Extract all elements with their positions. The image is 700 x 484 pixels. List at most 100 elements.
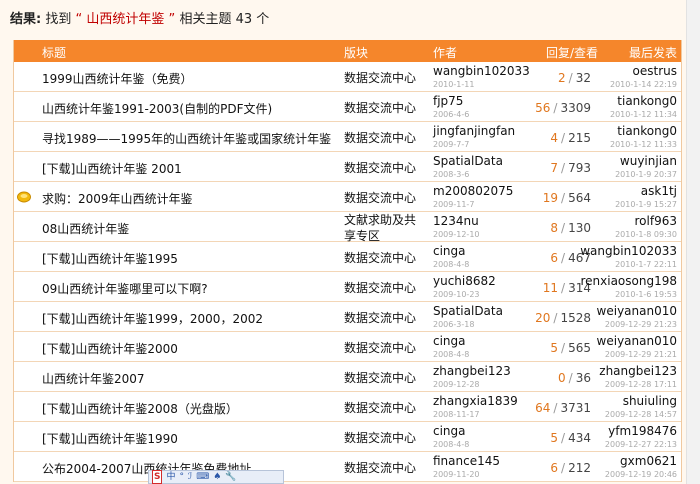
- author-link[interactable]: zhangbei123: [433, 364, 511, 378]
- scrollbar[interactable]: [686, 0, 700, 484]
- last-poster-link[interactable]: ask1tj: [641, 184, 677, 198]
- view-count: 212: [568, 461, 591, 475]
- ime-chinese-mode[interactable]: 中: [166, 471, 175, 483]
- topic-title-link[interactable]: 09山西统计年鉴哪里可以下啊?: [42, 280, 208, 297]
- post-date: 2008-3-6: [433, 170, 470, 179]
- last-post-date[interactable]: 2010-1-12 11:34: [610, 110, 677, 119]
- ime-skin-icon[interactable]: ♠: [213, 471, 221, 483]
- stats-separator: /: [561, 461, 566, 475]
- author-link[interactable]: 1234nu: [433, 214, 479, 228]
- forum-link[interactable]: 数据交流中心: [344, 310, 426, 326]
- stats-separator: /: [553, 401, 558, 415]
- last-poster-link[interactable]: weiyanan010: [597, 334, 677, 348]
- author-link[interactable]: cinga: [433, 424, 466, 438]
- forum-link[interactable]: 数据交流中心: [344, 100, 426, 116]
- view-count: 130: [568, 221, 591, 235]
- post-date: 2010-1-11: [433, 80, 475, 89]
- forum-link[interactable]: 数据交流中心: [344, 190, 426, 206]
- last-post-date[interactable]: 2010-1-12 11:33: [610, 140, 677, 149]
- header-forum[interactable]: 版块: [344, 44, 368, 61]
- post-date: 2008-4-8: [433, 440, 470, 449]
- topic-title-link[interactable]: 08山西统计年鉴: [42, 220, 129, 237]
- last-poster-link[interactable]: rolf963: [635, 214, 677, 228]
- reply-count: 4: [550, 131, 559, 145]
- last-poster-link[interactable]: wangbin102033: [580, 244, 677, 258]
- author-link[interactable]: yuchi8682: [433, 274, 496, 288]
- last-poster-link[interactable]: shuiuling: [623, 394, 677, 408]
- forum-link[interactable]: 数据交流中心: [344, 250, 426, 266]
- view-count: 3731: [560, 401, 591, 415]
- header-author[interactable]: 作者: [433, 44, 457, 61]
- last-post-date[interactable]: 2009-12-29 21:23: [605, 320, 677, 329]
- forum-link[interactable]: 数据交流中心: [344, 130, 426, 146]
- last-post-date[interactable]: 2010-1-9 15:27: [615, 200, 677, 209]
- topic-title-link[interactable]: [下载]山西统计年鉴1995: [42, 250, 178, 267]
- author-link[interactable]: cinga: [433, 334, 466, 348]
- topic-title-link[interactable]: [下载]山西统计年鉴1990: [42, 430, 178, 447]
- last-poster-link[interactable]: weiyanan010: [597, 304, 677, 318]
- forum-link[interactable]: 数据交流中心: [344, 280, 426, 296]
- topic-title-link[interactable]: 1999山西统计年鉴（免费）: [42, 70, 193, 87]
- ime-punctuation-icon[interactable]: °: [180, 471, 185, 483]
- topic-title-link[interactable]: [下载]山西统计年鉴1999，2000，2002: [42, 310, 263, 327]
- last-post-date[interactable]: 2009-12-28 17:11: [605, 380, 677, 389]
- topic-title-link[interactable]: 山西统计年鉴1991-2003(自制的PDF文件): [42, 100, 272, 117]
- post-date: 2009-11-7: [433, 200, 475, 209]
- last-post-date[interactable]: 2010-1-14 22:19: [610, 80, 677, 89]
- last-poster-link[interactable]: gxm0621: [620, 454, 677, 468]
- ime-logo-icon[interactable]: S: [152, 470, 163, 484]
- post-date: 2008-11-17: [433, 410, 480, 419]
- topic-title-link[interactable]: 山西统计年鉴2007: [42, 370, 145, 387]
- forum-link[interactable]: 数据交流中心: [344, 400, 426, 416]
- ime-toolbar[interactable]: S 中 ° ℐ ⌨ ♠ 🔧: [148, 470, 284, 484]
- last-post-date[interactable]: 2010-1-7 22:11: [615, 260, 677, 269]
- forum-link[interactable]: 数据交流中心: [344, 460, 426, 476]
- topic-title-link[interactable]: [下载]山西统计年鉴2008（光盘版）: [42, 400, 238, 417]
- last-post-date[interactable]: 2009-12-19 20:46: [605, 470, 677, 479]
- table-row: 08山西统计年鉴 文献求助及共享专区 1234nu 2009-12-10 8/130 ro…: [14, 212, 681, 244]
- topic-title-link[interactable]: [下载]山西统计年鉴 2001: [42, 160, 182, 177]
- last-poster-link[interactable]: zhangbei123: [599, 364, 677, 378]
- forum-link[interactable]: 数据交流中心: [344, 340, 426, 356]
- topic-title-link[interactable]: 寻找1989——1995年的山西统计年鉴或国家统计年鉴: [42, 130, 331, 147]
- stats-separator: /: [561, 431, 566, 445]
- last-post-date[interactable]: 2010-1-9 20:37: [615, 170, 677, 179]
- last-post-date[interactable]: 2009-12-27 22:13: [605, 440, 677, 449]
- forum-link[interactable]: 数据交流中心: [344, 70, 426, 86]
- ime-keyboard-icon[interactable]: ⌨: [196, 471, 209, 483]
- forum-link[interactable]: 数据交流中心: [344, 430, 426, 446]
- last-poster-link[interactable]: renxiaosong198: [580, 274, 677, 288]
- last-poster-link[interactable]: tiankong0: [617, 94, 677, 108]
- header-title[interactable]: 标题: [42, 44, 66, 61]
- view-count: 32: [575, 71, 591, 85]
- header-stats[interactable]: 回复/查看: [546, 44, 598, 61]
- post-date: 2009-10-23: [433, 290, 480, 299]
- reply-view-count: 11/314: [501, 281, 591, 295]
- last-poster-link[interactable]: yfm198476: [608, 424, 677, 438]
- last-post-date[interactable]: 2010-1-8 09:30: [615, 230, 677, 239]
- reply-count: 56: [535, 101, 551, 115]
- stats-separator: /: [568, 371, 573, 385]
- forum-link[interactable]: 数据交流中心: [344, 370, 426, 386]
- author-link[interactable]: fjp75: [433, 94, 463, 108]
- result-count: 43 个: [235, 12, 270, 27]
- author-link[interactable]: SpatialData: [433, 154, 503, 168]
- last-post-date[interactable]: 2009-12-29 21:21: [605, 350, 677, 359]
- header-last-post[interactable]: 最后发表: [629, 44, 677, 61]
- forum-link[interactable]: 文献求助及共享专区: [344, 212, 426, 244]
- author-link[interactable]: SpatialData: [433, 304, 503, 318]
- table-header: 标题 版块 作者 回复/查看 最后发表: [14, 40, 681, 62]
- last-poster-link[interactable]: tiankong0: [617, 124, 677, 138]
- ime-settings-icon[interactable]: 🔧: [225, 471, 236, 483]
- ime-fullwidth-icon[interactable]: ℐ: [188, 471, 192, 483]
- last-post-date[interactable]: 2009-12-28 14:57: [605, 410, 677, 419]
- author-link[interactable]: finance145: [433, 454, 500, 468]
- last-poster-link[interactable]: oestrus: [633, 64, 677, 78]
- author-link[interactable]: cinga: [433, 244, 466, 258]
- topic-title-link[interactable]: 求购：2009年山西统计年鉴: [42, 190, 193, 207]
- topic-title-link[interactable]: [下载]山西统计年鉴2000: [42, 340, 178, 357]
- view-count: 793: [568, 161, 591, 175]
- forum-link[interactable]: 数据交流中心: [344, 160, 426, 176]
- last-poster-link[interactable]: wuyinjian: [620, 154, 677, 168]
- last-post-date[interactable]: 2010-1-6 19:53: [615, 290, 677, 299]
